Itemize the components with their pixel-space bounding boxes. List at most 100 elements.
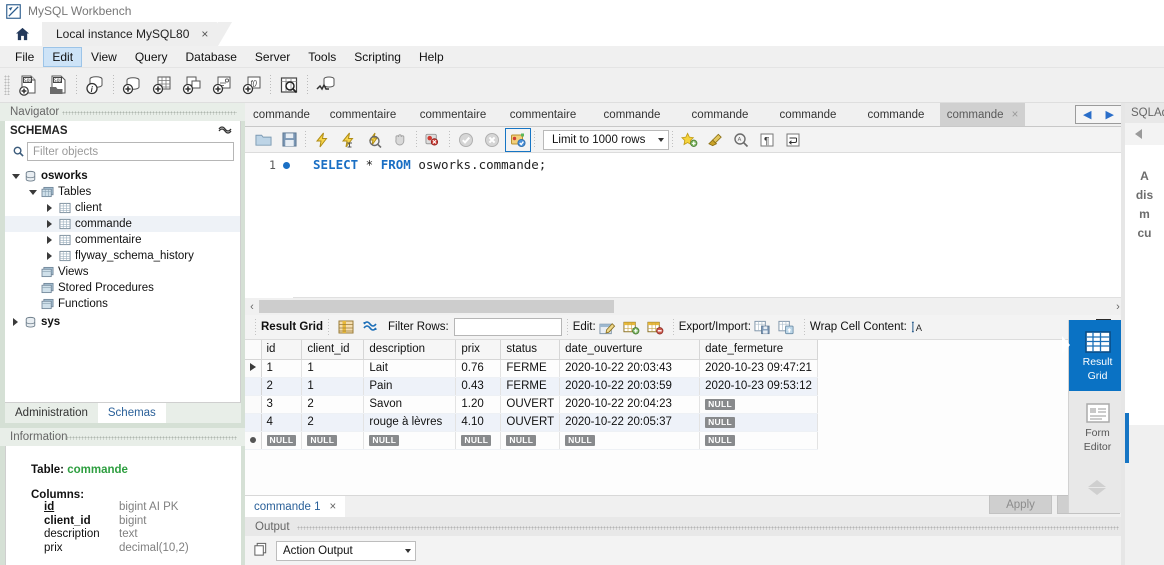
filter-rows-input[interactable] (453, 318, 562, 336)
chevron-down-icon[interactable] (26, 189, 39, 195)
row-marker[interactable] (245, 395, 262, 414)
sql-additions-collapse-button[interactable] (1125, 123, 1164, 145)
sidebar-item-flyway-schema-history[interactable]: flyway_schema_history (5, 248, 240, 264)
find-icon[interactable]: A (728, 128, 754, 152)
cell-status[interactable]: FERME (500, 377, 561, 396)
tab-prev-icon[interactable]: ◀ (1083, 108, 1091, 121)
delete-row-icon[interactable] (644, 316, 668, 338)
server-status-icon[interactable]: i (80, 71, 110, 99)
cell-id[interactable]: 1 (261, 359, 303, 378)
output-list-icon[interactable] (253, 542, 268, 560)
table-row[interactable]: 2 1 Pain 0.43 FERME 2020-10-22 20:03:59 … (245, 377, 819, 396)
refresh-results-icon[interactable] (358, 316, 382, 338)
grid-view-icon[interactable] (334, 316, 358, 338)
close-icon[interactable]: × (329, 501, 336, 513)
commit-icon[interactable] (453, 128, 479, 152)
cell-id[interactable]: 3 (261, 395, 303, 414)
column-header-status[interactable]: status (500, 340, 561, 360)
cell-id[interactable]: 4 (261, 413, 303, 432)
cell-status[interactable]: OUVERT (500, 413, 561, 432)
cell-prix[interactable]: 0.76 (455, 359, 502, 378)
open-script-icon[interactable] (250, 128, 276, 152)
execute-icon[interactable] (309, 128, 335, 152)
stop-icon[interactable] (387, 128, 413, 152)
cell-client-id[interactable]: 1 (301, 359, 365, 378)
limit-rows-select[interactable]: Limit to 1000 rows (543, 129, 669, 150)
column-header-id[interactable]: id (261, 340, 303, 360)
cell-prix[interactable]: 1.20 (455, 395, 502, 414)
table-row-new[interactable]: NULL NULL NULL NULL NULL NULL NULL (245, 431, 819, 450)
editor-tab-2[interactable]: commentaire (318, 103, 408, 126)
column-header-client-id[interactable]: client_id (301, 340, 365, 360)
cell-client-id[interactable]: 2 (301, 395, 365, 414)
editor-tab-8[interactable]: commande (852, 103, 940, 126)
save-script-icon[interactable] (276, 128, 302, 152)
row-marker[interactable] (245, 413, 262, 432)
chevron-right-icon[interactable] (43, 252, 56, 260)
recordset-tab[interactable]: commande 1 × (245, 496, 346, 517)
column-header-date-fermeture[interactable]: date_fermeture (699, 340, 819, 360)
cell-client-id[interactable]: NULL (301, 431, 365, 450)
statement-marker-icon[interactable] (283, 162, 290, 169)
editor-tab-3[interactable]: commentaire (408, 103, 498, 126)
sidebar-item-views[interactable]: Views (5, 264, 240, 280)
insert-row-icon[interactable] (620, 316, 644, 338)
tab-schemas[interactable]: Schemas (97, 403, 166, 423)
chevron-right-icon[interactable] (43, 220, 56, 228)
close-icon[interactable]: × (201, 27, 208, 41)
cell-description[interactable]: Lait (363, 359, 457, 378)
column-header-description[interactable]: description (363, 340, 457, 360)
sidebar-item-stored-procedures[interactable]: Stored Procedures (5, 280, 240, 296)
beautify-icon[interactable] (702, 128, 728, 152)
sql-statement[interactable]: SELECT * FROM osworks.commande; (313, 157, 546, 172)
invisible-chars-icon[interactable]: ¶ (754, 128, 780, 152)
chevron-right-icon[interactable] (43, 204, 56, 212)
execute-current-statement-icon[interactable] (335, 128, 361, 152)
cell-client-id[interactable]: 1 (301, 377, 365, 396)
search-data-icon[interactable] (274, 71, 304, 99)
toggle-autocommit-icon[interactable] (505, 127, 531, 152)
sidebar-item-tables[interactable]: Tables (5, 184, 240, 200)
rollback-icon[interactable] (479, 128, 505, 152)
chevron-down-icon[interactable] (9, 173, 22, 179)
editor-tab-6[interactable]: commande (676, 103, 764, 126)
scroll-left-icon[interactable]: ‹ (245, 301, 259, 313)
new-function-icon[interactable]: f() (237, 71, 267, 99)
sidebar-item-sys[interactable]: sys (5, 314, 240, 330)
menu-item-view[interactable]: View (82, 47, 126, 67)
column-header-prix[interactable]: prix (455, 340, 502, 360)
reconnect-dbms-icon[interactable] (311, 71, 341, 99)
cell-id[interactable]: 2 (261, 377, 303, 396)
table-row[interactable]: 4 2 rouge à lèvres 4.10 OUVERT 2020-10-2… (245, 413, 819, 432)
cell-status[interactable]: FERME (500, 359, 561, 378)
result-grid-view-button[interactable]: Result Grid (1069, 320, 1126, 391)
open-sql-script-icon[interactable]: SQL (43, 71, 73, 99)
editor-tab-9-active[interactable]: commande × (940, 103, 1025, 126)
row-marker-current[interactable] (245, 359, 262, 378)
toggle-stop-on-error-icon[interactable] (420, 128, 446, 152)
output-type-select[interactable]: Action Output (276, 540, 416, 561)
menu-item-tools[interactable]: Tools (299, 47, 345, 67)
toolbar-grip[interactable] (4, 75, 10, 95)
cell-prix[interactable]: 4.10 (455, 413, 502, 432)
chevron-down-icon[interactable] (1088, 487, 1106, 495)
cell-description[interactable]: Pain (363, 377, 457, 396)
hscroll-thumb[interactable] (259, 300, 614, 313)
sidebar-item-commande[interactable]: commande (5, 216, 240, 232)
sidebar-item-commentaire[interactable]: commentaire (5, 232, 240, 248)
result-grid[interactable]: id client_id description prix status dat… (245, 340, 1125, 495)
new-table-icon[interactable] (147, 71, 177, 99)
cell-date-fermeture[interactable]: NULL (699, 395, 819, 414)
cell-status[interactable]: NULL (500, 431, 561, 450)
wrap-cell-icon[interactable]: A (907, 316, 931, 338)
cell-date-ouverture[interactable]: NULL (559, 431, 701, 450)
editor-tab-5[interactable]: commande (588, 103, 676, 126)
menu-item-server[interactable]: Server (246, 47, 299, 67)
cell-date-fermeture[interactable]: 2020-10-23 09:53:12 (699, 377, 819, 396)
explain-icon[interactable] (361, 128, 387, 152)
cell-date-fermeture[interactable]: NULL (699, 413, 819, 432)
import-recordset-icon[interactable] (775, 316, 799, 338)
menu-item-help[interactable]: Help (410, 47, 453, 67)
new-sql-tab-icon[interactable]: SQL (13, 71, 43, 99)
tab-administration[interactable]: Administration (5, 403, 98, 423)
